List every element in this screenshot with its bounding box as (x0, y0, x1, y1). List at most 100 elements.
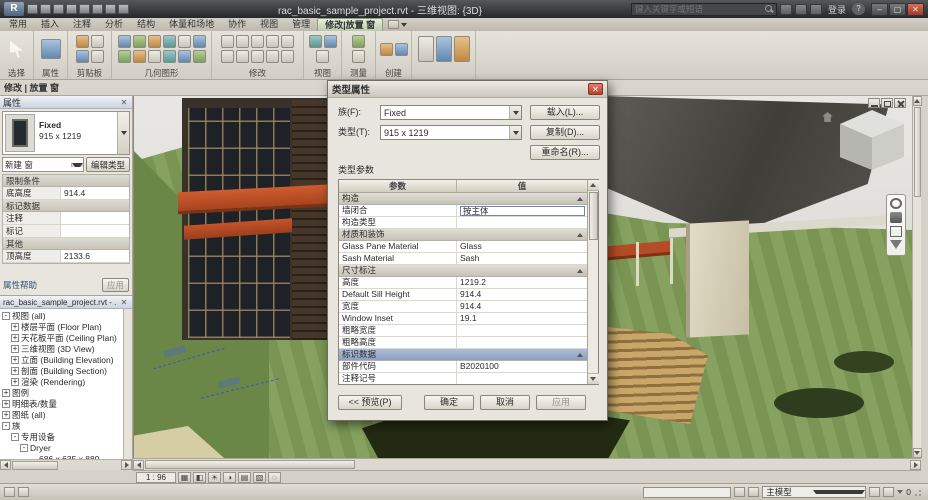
tree-label[interactable]: 族 (12, 420, 21, 431)
parameter-group-identity-data[interactable]: 标识数据 (339, 349, 587, 361)
tab-insert[interactable]: 插入 (34, 18, 66, 31)
panel-label-properties[interactable]: 属性 (34, 67, 67, 79)
design-options-box[interactable] (643, 486, 732, 498)
tree-item-schedules[interactable]: + 明细表/数量 (0, 398, 132, 409)
tree-item-specialty-equipment[interactable]: - 专用设备 (0, 431, 132, 442)
type-combo-dropdown[interactable] (509, 126, 521, 139)
tree-label[interactable]: 渲染 (Rendering) (21, 376, 85, 387)
tag-on-placement-icon[interactable] (453, 36, 470, 62)
tree-label[interactable]: 686 x 635 x 889 (39, 454, 100, 460)
scroll-up-icon[interactable] (912, 96, 922, 106)
editable-only-icon[interactable] (869, 487, 881, 497)
restore-button[interactable]: ▢ (889, 2, 906, 16)
type-selector-dropdown[interactable] (117, 112, 129, 154)
ok-button[interactable]: 确定 (424, 395, 474, 410)
wall-joins-icon[interactable] (162, 35, 176, 48)
measure-tool-icon[interactable] (352, 35, 365, 48)
tab-home[interactable]: 常用 (2, 18, 34, 31)
hide-icon[interactable] (308, 35, 322, 48)
chevron-down-icon[interactable] (401, 22, 408, 27)
geometry-tool3-icon[interactable] (177, 50, 191, 63)
tree-toggle[interactable]: + (11, 322, 19, 331)
worksets-icon[interactable] (748, 487, 760, 497)
browser-vertical-scrollbar[interactable] (123, 309, 132, 459)
tree-label[interactable]: 立面 (Building Elevation) (21, 354, 114, 365)
apply-button[interactable]: 应用 (101, 278, 129, 292)
properties-icon[interactable] (40, 39, 61, 59)
parameter-row[interactable]: 注释记号 (339, 373, 587, 384)
tree-label[interactable]: Dryer (30, 443, 51, 453)
parameter-row[interactable]: Default Sill Height 914.4 (339, 289, 587, 301)
panel-label-geometry[interactable]: 几何图形 (112, 67, 211, 79)
dialog-close-button[interactable]: ✕ (588, 83, 603, 95)
modify-cursor-icon[interactable] (10, 40, 23, 58)
view-cube[interactable] (822, 110, 908, 188)
load-button[interactable]: 载入(L)... (530, 105, 600, 120)
tree-item-legends[interactable]: + 图例 (0, 387, 132, 398)
tree-label[interactable]: 专用设备 (21, 431, 55, 442)
parameter-group-construction[interactable]: 构造 (339, 193, 587, 205)
search-icon[interactable] (764, 5, 773, 13)
parameter-row[interactable]: 高度 1219.2 (339, 277, 587, 289)
active-workset-combo[interactable]: 主模型 (762, 486, 867, 498)
scroll-left-icon[interactable] (133, 459, 144, 470)
parameter-row[interactable]: 宽度 914.4 (339, 301, 587, 313)
create-group-icon[interactable] (379, 42, 393, 56)
scale-icon[interactable] (281, 50, 294, 63)
scroll-right-icon[interactable] (121, 460, 132, 470)
requests-icon[interactable] (18, 487, 29, 497)
browser-horizontal-scrollbar[interactable] (0, 459, 132, 470)
linework-icon[interactable] (316, 50, 329, 63)
property-value[interactable]: 914.4 (61, 187, 129, 199)
tree-item-ceiling-plan[interactable]: + 天花板平面 (Ceiling Plan) (0, 332, 132, 343)
panel-label-clipboard[interactable]: 剪贴板 (68, 67, 111, 79)
tree-toggle[interactable]: - (2, 311, 10, 320)
sync-icon[interactable] (118, 4, 129, 14)
tree-item-families[interactable]: -族 (0, 420, 132, 431)
dimension-icon[interactable] (352, 50, 365, 63)
geometry-tool2-icon[interactable] (162, 50, 176, 63)
parameter-row[interactable]: Glass Pane Material Glass (339, 241, 587, 253)
open-icon[interactable] (27, 4, 38, 14)
ribbon-state-icon[interactable] (388, 20, 400, 29)
offset-icon[interactable] (251, 35, 264, 48)
temporary-hide-icon[interactable]: ◌ (268, 471, 281, 483)
minimize-button[interactable]: – (871, 2, 888, 16)
tree-toggle[interactable]: + (11, 355, 19, 364)
tree-toggle[interactable]: + (11, 366, 19, 375)
family-combo[interactable]: Fixed (380, 105, 522, 120)
dialog-apply-button[interactable]: 应用 (536, 395, 586, 410)
close-icon[interactable]: ✕ (119, 298, 129, 307)
tree-toggle[interactable]: + (11, 333, 19, 342)
exclude-options-icon[interactable] (883, 487, 895, 497)
tree-label[interactable]: 明细表/数量 (12, 398, 57, 409)
copy-icon[interactable] (75, 50, 89, 63)
tree-item-dryer-type[interactable]: 686 x 635 x 889 (0, 453, 132, 460)
tree-item-rendering[interactable]: + 渲染 (Rendering) (0, 376, 132, 387)
panel-label-view[interactable]: 视图 (304, 67, 341, 79)
tree-item-sheets[interactable]: + 图纸 (all) (0, 409, 132, 420)
type-combo[interactable]: 915 x 1219 (380, 125, 522, 140)
tree-toggle[interactable]: + (2, 388, 10, 397)
align-icon[interactable] (221, 35, 234, 48)
communication-center-icon[interactable] (794, 3, 807, 15)
chevron-down-icon[interactable] (890, 240, 902, 249)
parameter-row[interactable]: 粗略宽度 (339, 325, 587, 337)
tree-label[interactable]: 楼层平面 (Floor Plan) (21, 321, 102, 332)
array-icon[interactable] (266, 50, 279, 63)
properties-help-link[interactable]: 属性帮助 (3, 279, 37, 291)
model-in-place-icon[interactable] (435, 36, 452, 62)
sun-path-icon[interactable]: ☀ (208, 471, 221, 483)
favorites-icon[interactable] (809, 3, 822, 15)
view-scale[interactable]: 1 : 96 (136, 471, 176, 483)
steering-wheel-icon[interactable] (890, 198, 902, 209)
properties-filter-combo[interactable]: 新建 窗 (2, 157, 84, 172)
property-value[interactable]: 2133.6 (61, 250, 129, 262)
panel-label-create[interactable]: 创建 (376, 67, 411, 79)
parameter-row[interactable]: Window Inset 19.1 (339, 313, 587, 325)
redo-icon[interactable] (66, 4, 77, 14)
split-icon[interactable] (251, 50, 264, 63)
duplicate-button[interactable]: 复制(D)... (530, 125, 600, 140)
dialog-title-bar[interactable]: 类型属性 ✕ (328, 81, 607, 98)
tree-toggle[interactable]: + (2, 410, 10, 419)
